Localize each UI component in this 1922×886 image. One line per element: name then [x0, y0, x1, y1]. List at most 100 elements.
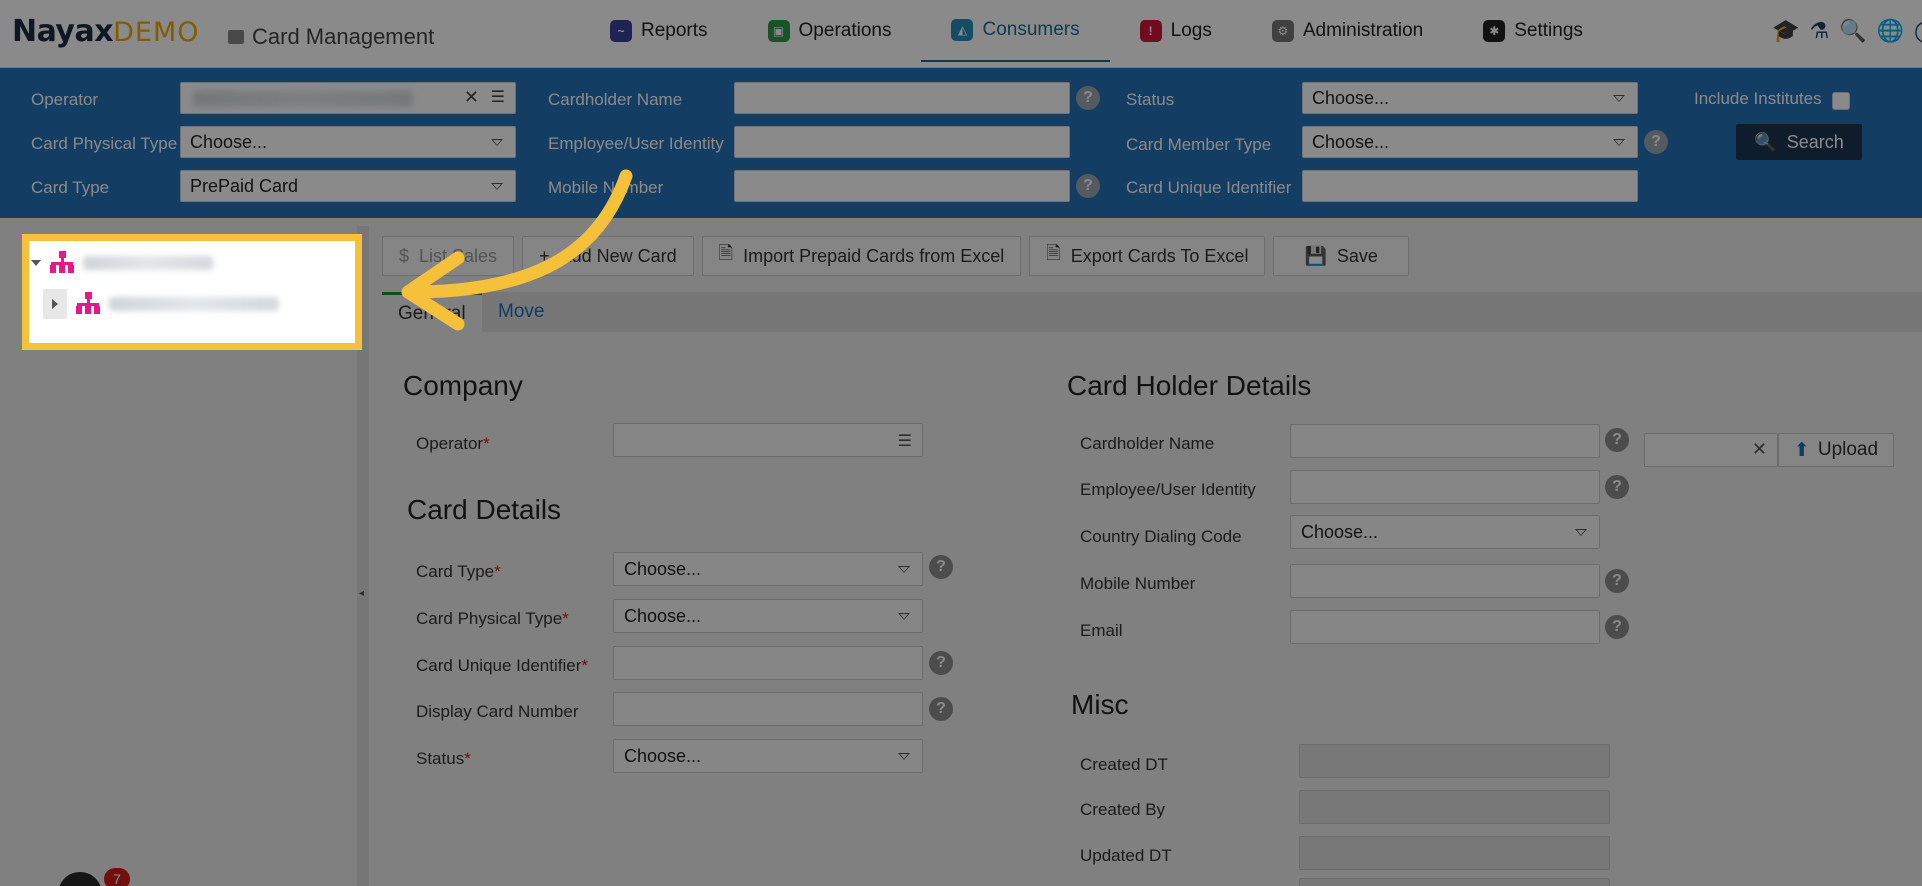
blurred-node-name [109, 297, 279, 311]
clear-icon[interactable]: ✕ [1752, 439, 1767, 460]
collapse-icon[interactable]: ◂ [359, 588, 364, 599]
help-icon[interactable]: ? [929, 697, 953, 721]
misc-heading: Misc [1071, 689, 1129, 720]
logs-icon: ! [1139, 20, 1162, 42]
blurred-operator-value [193, 91, 413, 107]
blurred-node-name [83, 256, 213, 270]
mobile-number-input[interactable] [1290, 564, 1600, 598]
photo-file-input[interactable]: ✕ [1644, 433, 1778, 467]
country-dialing-code-label: Country Dialing Code [1080, 527, 1242, 546]
logo-text: Nayax [12, 14, 114, 49]
help-icon[interactable]: ? [1644, 130, 1668, 154]
search-icon[interactable]: 🔍 [1839, 18, 1866, 44]
clear-icon[interactable]: ✕ [464, 87, 479, 108]
tab-general-label: General [398, 302, 466, 324]
export-cards-label: Export Cards To Excel [1070, 245, 1249, 266]
display-card-number-label: Display Card Number [416, 702, 579, 721]
nav-label: Settings [1514, 20, 1583, 41]
upload-label: Upload [1817, 439, 1879, 460]
add-new-card-label: Add New Card [559, 245, 677, 266]
filter-employee-identity-input[interactable] [734, 126, 1070, 158]
include-institutes-checkbox[interactable] [1832, 92, 1850, 110]
tab-move-label: Move [498, 301, 545, 322]
tab-move[interactable]: Move [482, 292, 560, 332]
help-icon[interactable]: ? [1605, 475, 1629, 499]
export-cards-button[interactable]: 🗎 Export Cards To Excel [1029, 236, 1266, 276]
list-sales-label: List Sales [419, 245, 498, 266]
card-type-label: Card Type* [416, 562, 501, 581]
upload-button[interactable]: ⬆ Upload [1778, 433, 1894, 467]
nav-administration[interactable]: ⚙ Administration [1242, 0, 1453, 62]
help-icon[interactable]: ? [929, 555, 953, 579]
help-icon[interactable]: ? [1605, 615, 1629, 639]
cardholder-name-input[interactable] [1290, 424, 1600, 458]
company-operator-label: Operator* [416, 434, 490, 453]
help-icon[interactable]: ? [929, 651, 953, 675]
more-icon[interactable]: ◯ [1914, 18, 1922, 44]
tree-node-root[interactable] [31, 251, 213, 275]
nav-label: Operations [798, 20, 892, 41]
import-prepaid-button[interactable]: 🗎 Import Prepaid Cards from Excel [701, 236, 1022, 276]
save-icon: 💾 [1304, 245, 1327, 266]
list-sales-button[interactable]: $ List Sales [382, 236, 515, 276]
tree-node-child[interactable] [43, 289, 279, 319]
card-details-heading: Card Details [407, 494, 562, 525]
nav-consumers[interactable]: ◭ Consumers [921, 0, 1110, 62]
nayax-logo[interactable]: NayaxDEMO [12, 14, 200, 49]
card-unique-identifier-input[interactable] [613, 646, 923, 680]
company-operator-input[interactable]: ☰ [613, 423, 923, 457]
help-icon[interactable]: ? [1076, 174, 1100, 198]
nav-operations[interactable]: ▣ Operations [738, 0, 922, 62]
next-readonly-field [1299, 878, 1610, 886]
nav-logs[interactable]: ! Logs [1110, 0, 1242, 62]
list-icon[interactable]: ☰ [898, 431, 912, 451]
include-institutes-label: Include Institutes [1694, 89, 1822, 108]
logo-demo-text: DEMO [113, 17, 200, 48]
mobile-number-label: Mobile Number [1080, 574, 1196, 593]
nav-settings[interactable]: ✱ Settings [1453, 0, 1613, 62]
email-label: Email [1080, 621, 1123, 640]
filter-card-physical-type-select[interactable]: Choose... [180, 126, 516, 158]
list-icon[interactable]: ☰ [491, 87, 505, 107]
operations-icon: ▣ [767, 20, 790, 42]
flask-icon[interactable]: ⚗ [1809, 18, 1829, 44]
help-icon[interactable]: ? [1605, 428, 1629, 452]
status-select[interactable]: Choose... [613, 739, 923, 773]
tab-general[interactable]: General [382, 292, 482, 332]
filter-operator-input[interactable]: ✕ ☰ [180, 82, 516, 114]
employee-identity-input[interactable] [1290, 470, 1600, 504]
filter-status-select[interactable]: Choose... [1302, 82, 1638, 114]
filter-mobile-number-input[interactable] [734, 170, 1070, 202]
filter-cardholder-name-input[interactable] [734, 82, 1070, 114]
add-new-card-button[interactable]: + Add New Card [522, 236, 694, 276]
collapsed-icon[interactable] [43, 289, 67, 319]
notification-badge: 7 [104, 868, 130, 886]
save-button[interactable]: 💾 Save [1273, 236, 1409, 276]
filter-panel: Operator ✕ ☰ Card Physical Type Choose..… [0, 68, 1922, 218]
graduation-cap-icon[interactable]: 🎓 [1772, 18, 1799, 44]
help-icon[interactable]: ? [1605, 569, 1629, 593]
card-physical-type-select[interactable]: Choose... [613, 599, 923, 633]
card-type-select[interactable]: Choose... [613, 552, 923, 586]
filter-operator-label: Operator [31, 90, 99, 109]
filter-employee-identity-label: Employee/User Identity [548, 134, 724, 153]
filter-cardholder-name-label: Cardholder Name [548, 90, 683, 109]
nav-reports[interactable]: ~ Reports [580, 0, 738, 62]
created-dt-label: Created DT [1080, 755, 1168, 774]
filter-card-unique-identifier-input[interactable] [1302, 170, 1638, 202]
help-icon[interactable]: ? [1076, 86, 1100, 110]
administration-icon: ⚙ [1271, 20, 1294, 42]
employee-identity-label: Employee/User Identity [1080, 480, 1256, 499]
filter-card-type-select[interactable]: PrePaid Card [180, 170, 516, 202]
globe-icon[interactable]: 🌐 [1877, 18, 1904, 44]
country-dialing-code-select[interactable]: Choose... [1290, 515, 1600, 549]
search-button-label: Search [1786, 131, 1844, 152]
search-button[interactable]: 🔍 Search [1736, 124, 1862, 160]
display-card-number-input[interactable] [613, 692, 923, 726]
created-dt-field [1299, 744, 1610, 778]
filter-card-member-type-select[interactable]: Choose... [1302, 126, 1638, 158]
email-field[interactable] [1290, 610, 1600, 644]
nav-label: Administration [1302, 20, 1424, 41]
settings-icon: ✱ [1483, 20, 1506, 42]
expanded-icon[interactable] [31, 260, 41, 266]
